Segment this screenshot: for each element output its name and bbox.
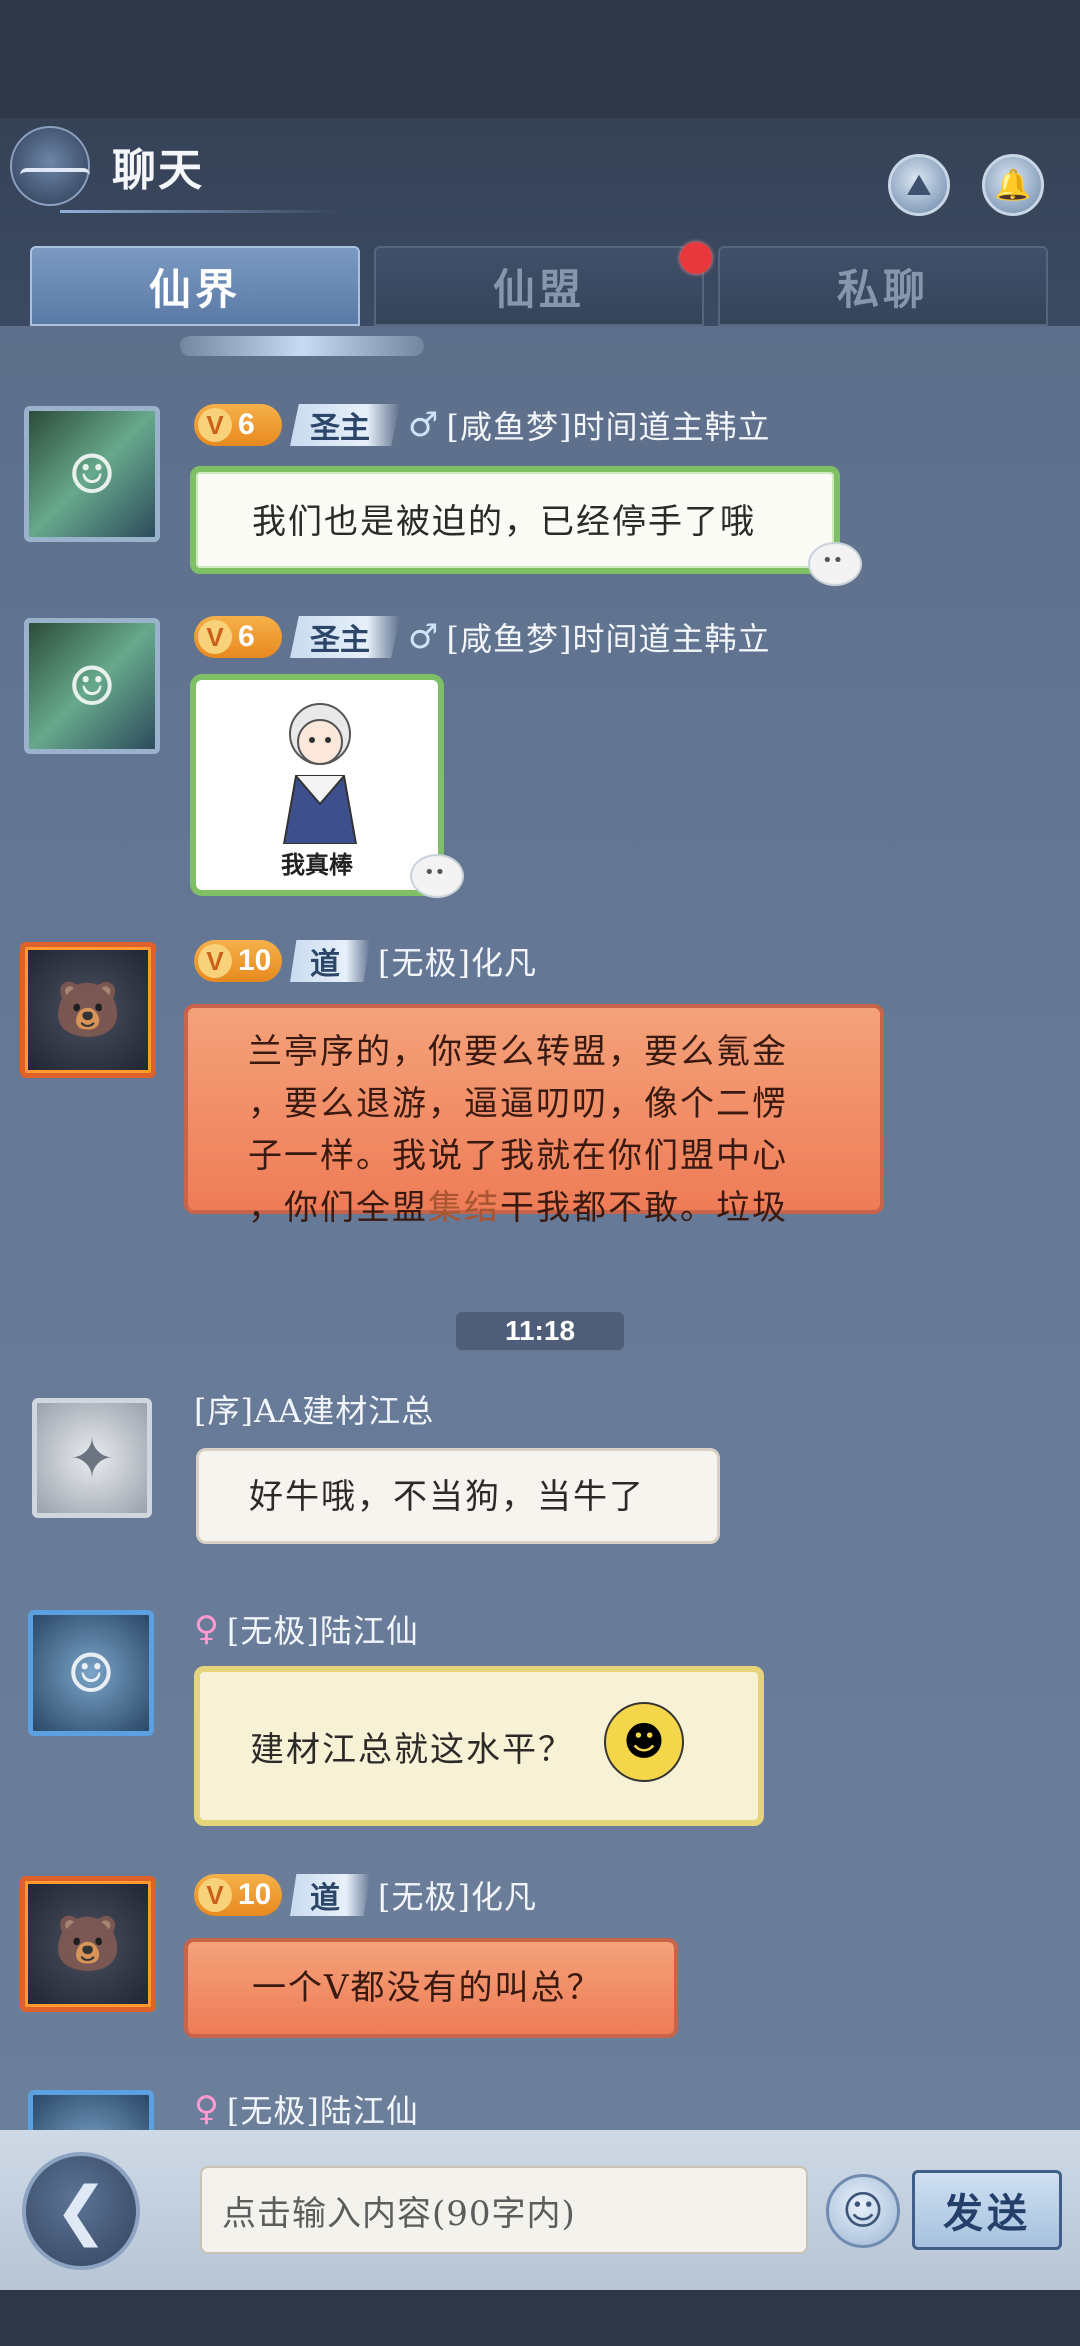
send-button[interactable]: 发送	[912, 2170, 1062, 2250]
male-icon: ♂	[408, 405, 439, 445]
message-line: 兰亭序的，你要么转盟，要么氪金	[248, 1032, 788, 1072]
message-bubble[interactable]: 我们也是被迫的，已经停手了哦	[190, 466, 840, 574]
vip-v-icon: V	[198, 944, 232, 978]
sender-line: ♀ [无极]陆江仙	[194, 2086, 419, 2130]
message-text: 干我都不敢。垃圾	[500, 1188, 788, 1228]
avatar[interactable]: ☺	[24, 406, 160, 542]
sender-line: V6 圣主 ♂ [咸鱼梦]时间道主韩立	[194, 402, 770, 448]
vip-v-icon: V	[198, 1878, 232, 1912]
male-icon: ♂	[408, 617, 439, 657]
message-bubble[interactable]: 好牛哦，不当狗，当牛了	[196, 1448, 720, 1544]
message-line: ，你们全盟集结干我都不敢。垃圾	[248, 1182, 880, 1234]
sender-line: V 10 道 [无极]化凡	[194, 938, 537, 984]
message-input[interactable]: 点击输入内容(90字内)	[200, 2166, 808, 2254]
bell-icon[interactable]: 🔔	[982, 154, 1044, 216]
bear-portrait-icon: 🐻	[54, 1912, 122, 1975]
portrait-icon: ☺	[66, 1641, 116, 1705]
message-bubble[interactable]: 兰亭序的，你要么转盟，要么氪金 ，要么退游，逼逼叨叨，像个二愣 子一样。我说了我…	[184, 1004, 884, 1228]
timestamp: 11:18	[456, 1312, 624, 1350]
status-bar-area	[0, 0, 1080, 118]
sender-name[interactable]: [无极]陆江仙	[227, 2086, 419, 2130]
chat-tabs: 仙界 仙盟 私聊	[30, 246, 1050, 326]
page-title: 聊天	[112, 145, 204, 196]
chat-input-bar: ❮ 点击输入内容(90字内) ☺ 发送	[0, 2130, 1080, 2290]
tab-alliance[interactable]: 仙盟	[374, 246, 704, 326]
vip-badge: V6	[194, 616, 282, 658]
rank-badge: 圣主	[290, 616, 400, 658]
vip-level: 10	[238, 944, 272, 977]
message-bubble[interactable]: 一个V都没有的叫总？	[184, 1938, 678, 2038]
title-underline	[60, 210, 340, 213]
scroll-indicator	[180, 336, 424, 356]
avatar[interactable]: 🐻	[20, 942, 156, 1078]
avatar[interactable]: ✦	[32, 1398, 152, 1518]
sender-line: V 10 道 [无极]化凡	[194, 1872, 537, 1918]
back-arrow-icon[interactable]: ❮	[22, 2152, 140, 2270]
tab-world[interactable]: 仙界	[30, 246, 360, 326]
avatar[interactable]: 🐻	[20, 1876, 156, 2012]
sender-name[interactable]: [咸鱼梦]时间道主韩立	[446, 402, 770, 448]
bubble-mascot-icon	[808, 542, 862, 586]
rank-badge: 道	[290, 1874, 370, 1916]
vip-badge: V 10	[194, 1874, 282, 1916]
vip-badge: V 10	[194, 940, 282, 982]
bear-portrait-icon: 🐻	[54, 978, 122, 1041]
avatar[interactable]: ☺	[24, 618, 160, 754]
chat-emblem-icon	[10, 126, 90, 206]
sticker-caption: 我真棒	[281, 851, 353, 879]
guild-icon[interactable]: ⛰	[888, 154, 950, 216]
female-icon: ♀	[194, 1609, 219, 1649]
vip-level: 6	[238, 408, 255, 441]
vip-level: 6	[238, 620, 255, 653]
sticker-message[interactable]: 我真棒	[190, 674, 444, 896]
message-line: ，要么退游，逼逼叨叨，像个二愣	[248, 1084, 788, 1124]
highlighted-text: 集结	[428, 1188, 500, 1228]
rank-badge: 道	[290, 940, 370, 982]
sender-line: ♀ [无极]陆江仙	[194, 1606, 419, 1652]
bubble-mascot-icon	[410, 854, 464, 898]
laughing-emoji-icon: ☻	[604, 1702, 684, 1782]
message-line: 子一样。我说了我就在你们盟中心	[248, 1136, 788, 1176]
alliance-notification-badge	[680, 242, 712, 274]
sender-line: V6 圣主 ♂ [咸鱼梦]时间道主韩立	[194, 614, 770, 660]
portrait-icon: ☺	[67, 442, 117, 506]
message-text: ，你们全盟	[248, 1188, 428, 1228]
vip-v-icon: V	[198, 408, 232, 442]
tab-private[interactable]: 私聊	[718, 246, 1048, 326]
vip-badge: V6	[194, 404, 282, 446]
sender-name[interactable]: [无极]陆江仙	[227, 1606, 419, 1652]
vip-level: 10	[238, 1878, 272, 1911]
portrait-icon: ☺	[67, 654, 117, 718]
sender-line: [序]AA建材江总	[194, 1386, 434, 1432]
rank-badge: 圣主	[290, 404, 400, 446]
emoji-icon[interactable]: ☺	[826, 2174, 900, 2248]
avatar[interactable]: ☺	[28, 1610, 154, 1736]
silver-portrait-icon: ✦	[69, 1426, 115, 1490]
bottom-bar	[0, 2290, 1080, 2346]
sender-name[interactable]: [序]AA建材江总	[194, 1386, 434, 1432]
avatar[interactable]	[28, 2090, 154, 2130]
chat-message-list[interactable]: ☺ V6 圣主 ♂ [咸鱼梦]时间道主韩立 我们也是被迫的，已经停手了哦 ☺ V…	[0, 326, 1080, 2130]
vip-v-icon: V	[198, 620, 232, 654]
sender-name[interactable]: [咸鱼梦]时间道主韩立	[446, 614, 770, 660]
sender-name[interactable]: [无极]化凡	[378, 938, 537, 984]
sender-name[interactable]: [无极]化凡	[378, 1872, 537, 1918]
female-icon: ♀	[194, 2089, 219, 2129]
sticker-character-icon	[282, 703, 358, 844]
